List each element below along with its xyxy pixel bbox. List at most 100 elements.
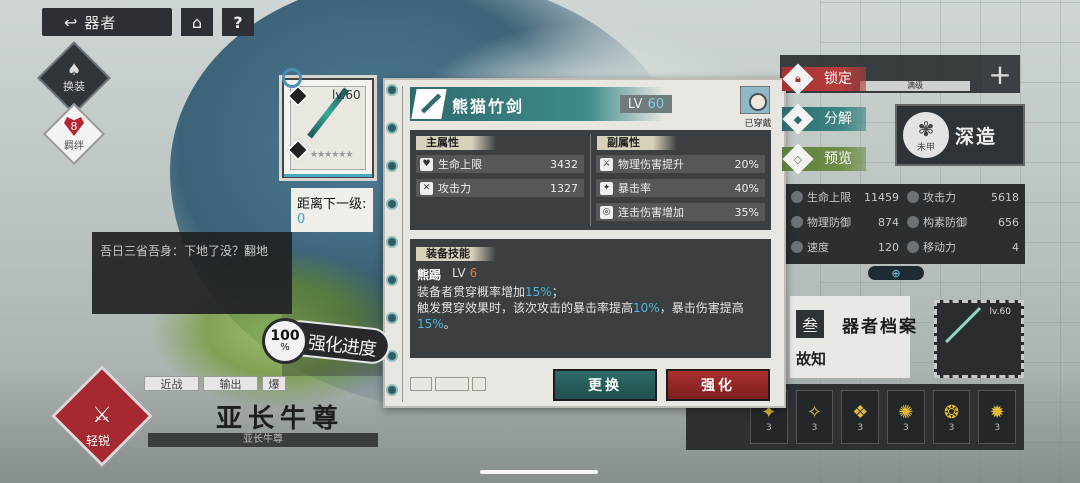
weapon-slot-level: lv.60 bbox=[989, 307, 1011, 317]
weapon-slot-icon bbox=[945, 307, 1013, 375]
stat-icon bbox=[907, 216, 919, 228]
class-label: 轻锐 bbox=[86, 434, 111, 448]
skill-description: 装备者贯穿概率增加15%； 触发贯穿效果时，该次攻击的暴击率提高10%，暴击伤害… bbox=[417, 285, 744, 331]
lock-button[interactable]: 🔒︎ 锁定 bbox=[782, 63, 866, 95]
star-rating: ★★★★★★ bbox=[310, 150, 353, 160]
help-icon: ? bbox=[233, 12, 243, 32]
sub-attr-row: ✦ 暴击率 40% bbox=[596, 179, 765, 197]
enhance-progress-badge[interactable]: 强化进度 100 % bbox=[262, 318, 392, 366]
weapon-icon bbox=[411, 89, 447, 119]
main-attr-row: ✕ 攻击力 1327 bbox=[416, 179, 584, 197]
preview-button[interactable]: ◇ 预览 bbox=[782, 143, 866, 175]
disassemble-label: 分解 bbox=[824, 111, 852, 127]
help-button[interactable]: ? bbox=[222, 8, 254, 36]
lock-icon: 🔒︎ bbox=[782, 63, 814, 95]
sub-attr-row: ◎ 连击伤害增加 35% bbox=[596, 203, 765, 221]
disassemble-button[interactable]: ◆ 分解 bbox=[782, 103, 866, 135]
sub-attr-row: ⚔ 物理伤害提升 20% bbox=[596, 155, 765, 173]
home-button[interactable]: ⌂ bbox=[181, 8, 213, 36]
crit-icon: ✦ bbox=[600, 181, 613, 195]
outfit-icon: ♠ bbox=[66, 60, 82, 79]
physical-dmg-icon: ⚔ bbox=[600, 157, 613, 171]
skill-level: LV 6 bbox=[452, 266, 478, 280]
main-attr-row: ♥ 生命上限 3432 bbox=[416, 155, 584, 173]
owner-avatar[interactable] bbox=[740, 86, 770, 114]
emblem-label: 未甲 bbox=[916, 142, 935, 153]
zoom-button[interactable]: ⊕ bbox=[868, 266, 924, 280]
weapon-card: lv.60 ★★★★★★ bbox=[282, 78, 374, 178]
stat-row: 生命上限 11459 bbox=[791, 186, 899, 208]
enhance-progress-percent: 100 bbox=[270, 328, 300, 344]
emblem-icon: ✾ bbox=[917, 116, 935, 141]
preview-label: 预览 bbox=[824, 151, 852, 167]
back-arrow-icon: ↩ bbox=[64, 12, 79, 32]
stat-row: 移动力 4 bbox=[907, 236, 1019, 258]
combo-dmg-icon: ◎ bbox=[600, 205, 613, 219]
deep-forge-emblem: ✾ 未甲 bbox=[903, 112, 949, 158]
lock-label: 锁定 bbox=[824, 71, 852, 87]
zoom-icon: ⊕ bbox=[891, 266, 901, 280]
archive-button[interactable]: 器者档案 bbox=[842, 312, 930, 340]
card-text: 故知 bbox=[796, 350, 827, 368]
stat-row: 构素防御 656 bbox=[907, 211, 1019, 233]
character-quote: 吾日三省吾身：下地了没？翻地 bbox=[92, 232, 292, 314]
home-icon: ⌂ bbox=[191, 12, 203, 32]
footer-decoration bbox=[410, 377, 540, 399]
heart-icon: ♥ bbox=[420, 157, 433, 171]
stat-icon bbox=[791, 241, 803, 253]
skill-icon[interactable]: ✺ 3 bbox=[887, 390, 925, 444]
hero-tags: 近战 输出 爆 bbox=[144, 376, 290, 391]
binder-line bbox=[402, 86, 403, 402]
hero-tag: 输出 bbox=[203, 376, 258, 391]
character-stats: 生命上限 11459 攻击力 5618 物理防御 874 构素防御 656 速度 120 … bbox=[785, 184, 1025, 264]
swap-outfit-button[interactable]: ♠ 换装 bbox=[48, 52, 100, 104]
stat-row: 速度 120 bbox=[791, 236, 899, 258]
stat-icon bbox=[791, 216, 803, 228]
weapon-level: LV 60 bbox=[620, 95, 672, 113]
enhance-progress-circle: 100 % bbox=[262, 318, 308, 364]
card-char: 叁 bbox=[796, 310, 824, 338]
stat-row: 攻击力 5618 bbox=[907, 186, 1019, 208]
skill-icon[interactable]: ✹ 3 bbox=[978, 390, 1017, 444]
skill-title: 装备技能 bbox=[416, 247, 496, 261]
bond-label: 羁绊 bbox=[64, 141, 84, 152]
stat-icon bbox=[907, 191, 919, 203]
home-indicator[interactable] bbox=[480, 470, 598, 474]
skill-name: 熊踢 bbox=[417, 268, 442, 282]
exp-bar bbox=[284, 174, 372, 177]
plus-icon: + bbox=[988, 57, 1012, 91]
bond-button[interactable]: 8 羁绊 bbox=[52, 112, 96, 156]
attributes-panel: 主属性 副属性 ♥ 生命上限 3432 ✕ 攻击力 1327 ⚔ 物理伤害提升 20%… bbox=[410, 130, 771, 230]
class-icon: ⚔ bbox=[92, 403, 112, 428]
crossed-swords-icon: ✕ bbox=[420, 181, 433, 195]
hero-tag: 近战 bbox=[144, 376, 199, 391]
stat-icon bbox=[907, 241, 919, 253]
next-level-label: 距离下一级: bbox=[297, 197, 367, 212]
equipment-skill-panel: 装备技能 熊踢 LV 6 装备者贯穿概率增加15%； 触发贯穿效果时，该次攻击的暴… bbox=[410, 239, 771, 358]
sub-attr-title: 副属性 bbox=[597, 136, 677, 150]
swap-outfit-label: 换装 bbox=[63, 80, 85, 93]
stat-icon bbox=[791, 191, 803, 203]
level-bar-label: 满级 bbox=[860, 81, 970, 91]
stat-row: 物理防御 874 bbox=[791, 211, 899, 233]
plus-button[interactable]: + bbox=[982, 56, 1018, 92]
hero-name: 亚长牛尊 bbox=[215, 404, 344, 434]
deep-forge-label: 深造 bbox=[955, 126, 998, 148]
weapon-header: 熊猫竹剑 LV 60 bbox=[410, 87, 672, 121]
heart-icon: 8 bbox=[64, 117, 84, 136]
weapon-name: 熊猫竹剑 bbox=[452, 97, 525, 116]
weapon-card-level: lv.60 bbox=[332, 88, 361, 102]
hero-subtitle: 亚长牛尊 bbox=[148, 433, 378, 447]
next-level-value: 0 bbox=[297, 212, 306, 227]
skill-icon[interactable]: ✧ 3 bbox=[795, 390, 834, 444]
next-level-box: 距离下一级: 0 bbox=[291, 188, 373, 232]
disassemble-icon: ◆ bbox=[782, 103, 814, 135]
back-button[interactable]: ↩ 器者 bbox=[42, 8, 172, 36]
equipped-weapon-slot[interactable]: lv.60 bbox=[934, 300, 1024, 378]
enhance-button[interactable]: 强化 bbox=[666, 369, 770, 401]
skill-icon[interactable]: ❖ 3 bbox=[841, 390, 880, 444]
back-label: 器者 bbox=[84, 13, 117, 32]
change-button[interactable]: 更换 bbox=[553, 369, 657, 401]
main-attr-title: 主属性 bbox=[416, 136, 496, 150]
skill-icon[interactable]: ❂ 3 bbox=[932, 390, 971, 444]
